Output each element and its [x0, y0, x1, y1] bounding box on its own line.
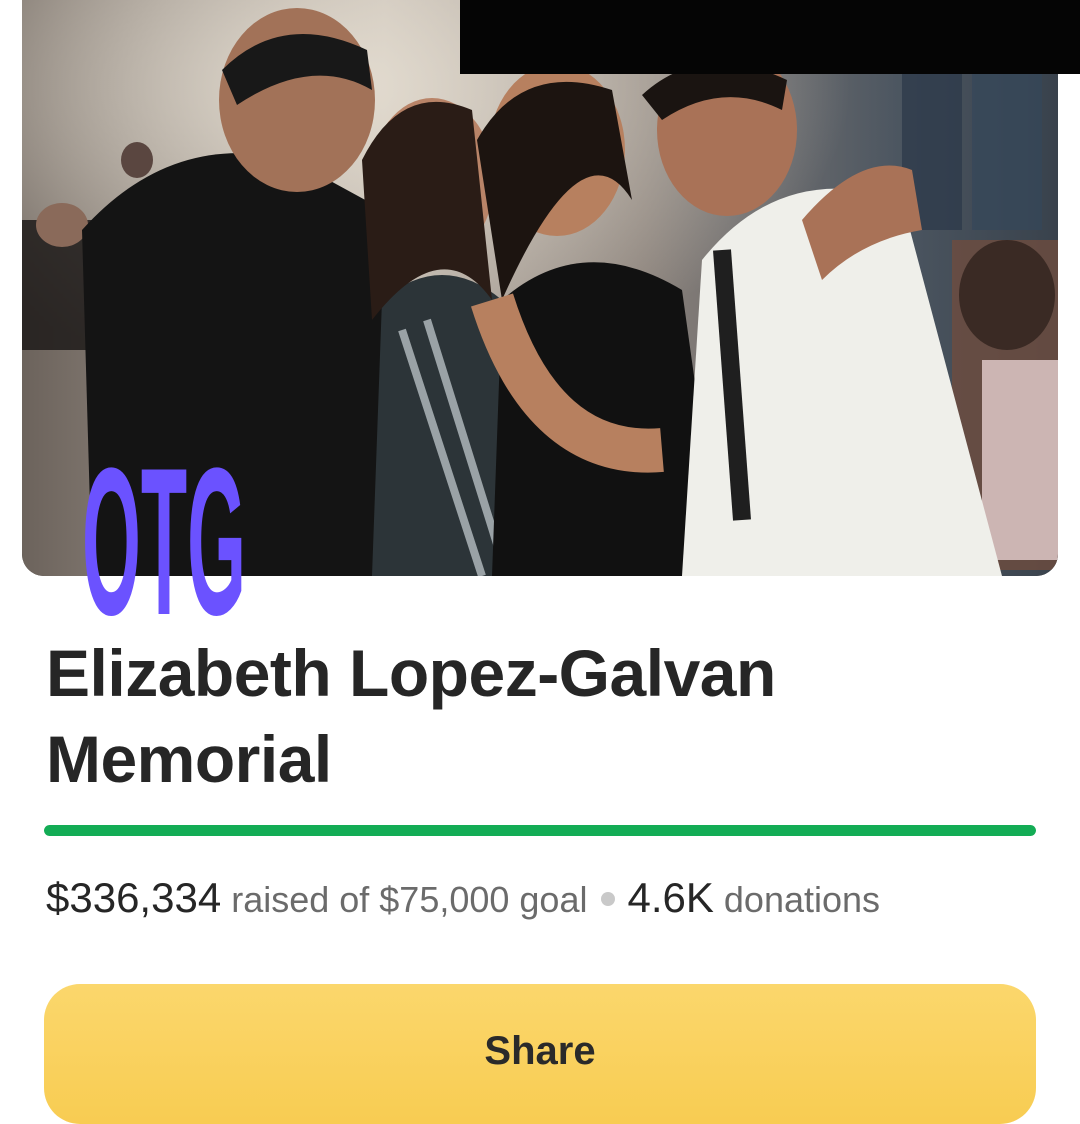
redaction-bar	[460, 0, 1080, 74]
separator-dot	[601, 892, 616, 907]
watermark-text: OTG	[82, 424, 246, 622]
donations-count: 4.6K	[627, 874, 714, 921]
share-button-label: Share	[484, 1029, 596, 1073]
campaign-title: Elizabeth Lopez-Galvan Memorial	[46, 636, 776, 796]
otg-watermark-logo: OTG	[78, 418, 250, 622]
share-button[interactable]: Share	[44, 984, 1036, 1124]
goal-label: raised of $75,000 goal	[231, 879, 588, 920]
progress-bar-fill	[44, 825, 1036, 836]
progress-bar	[44, 825, 1036, 836]
donations-label: donations	[723, 879, 881, 920]
amount-raised: $336,334	[46, 874, 222, 921]
fundraising-stats: $336,334 raised of $75,000 goal 4.6K dona…	[46, 868, 880, 930]
